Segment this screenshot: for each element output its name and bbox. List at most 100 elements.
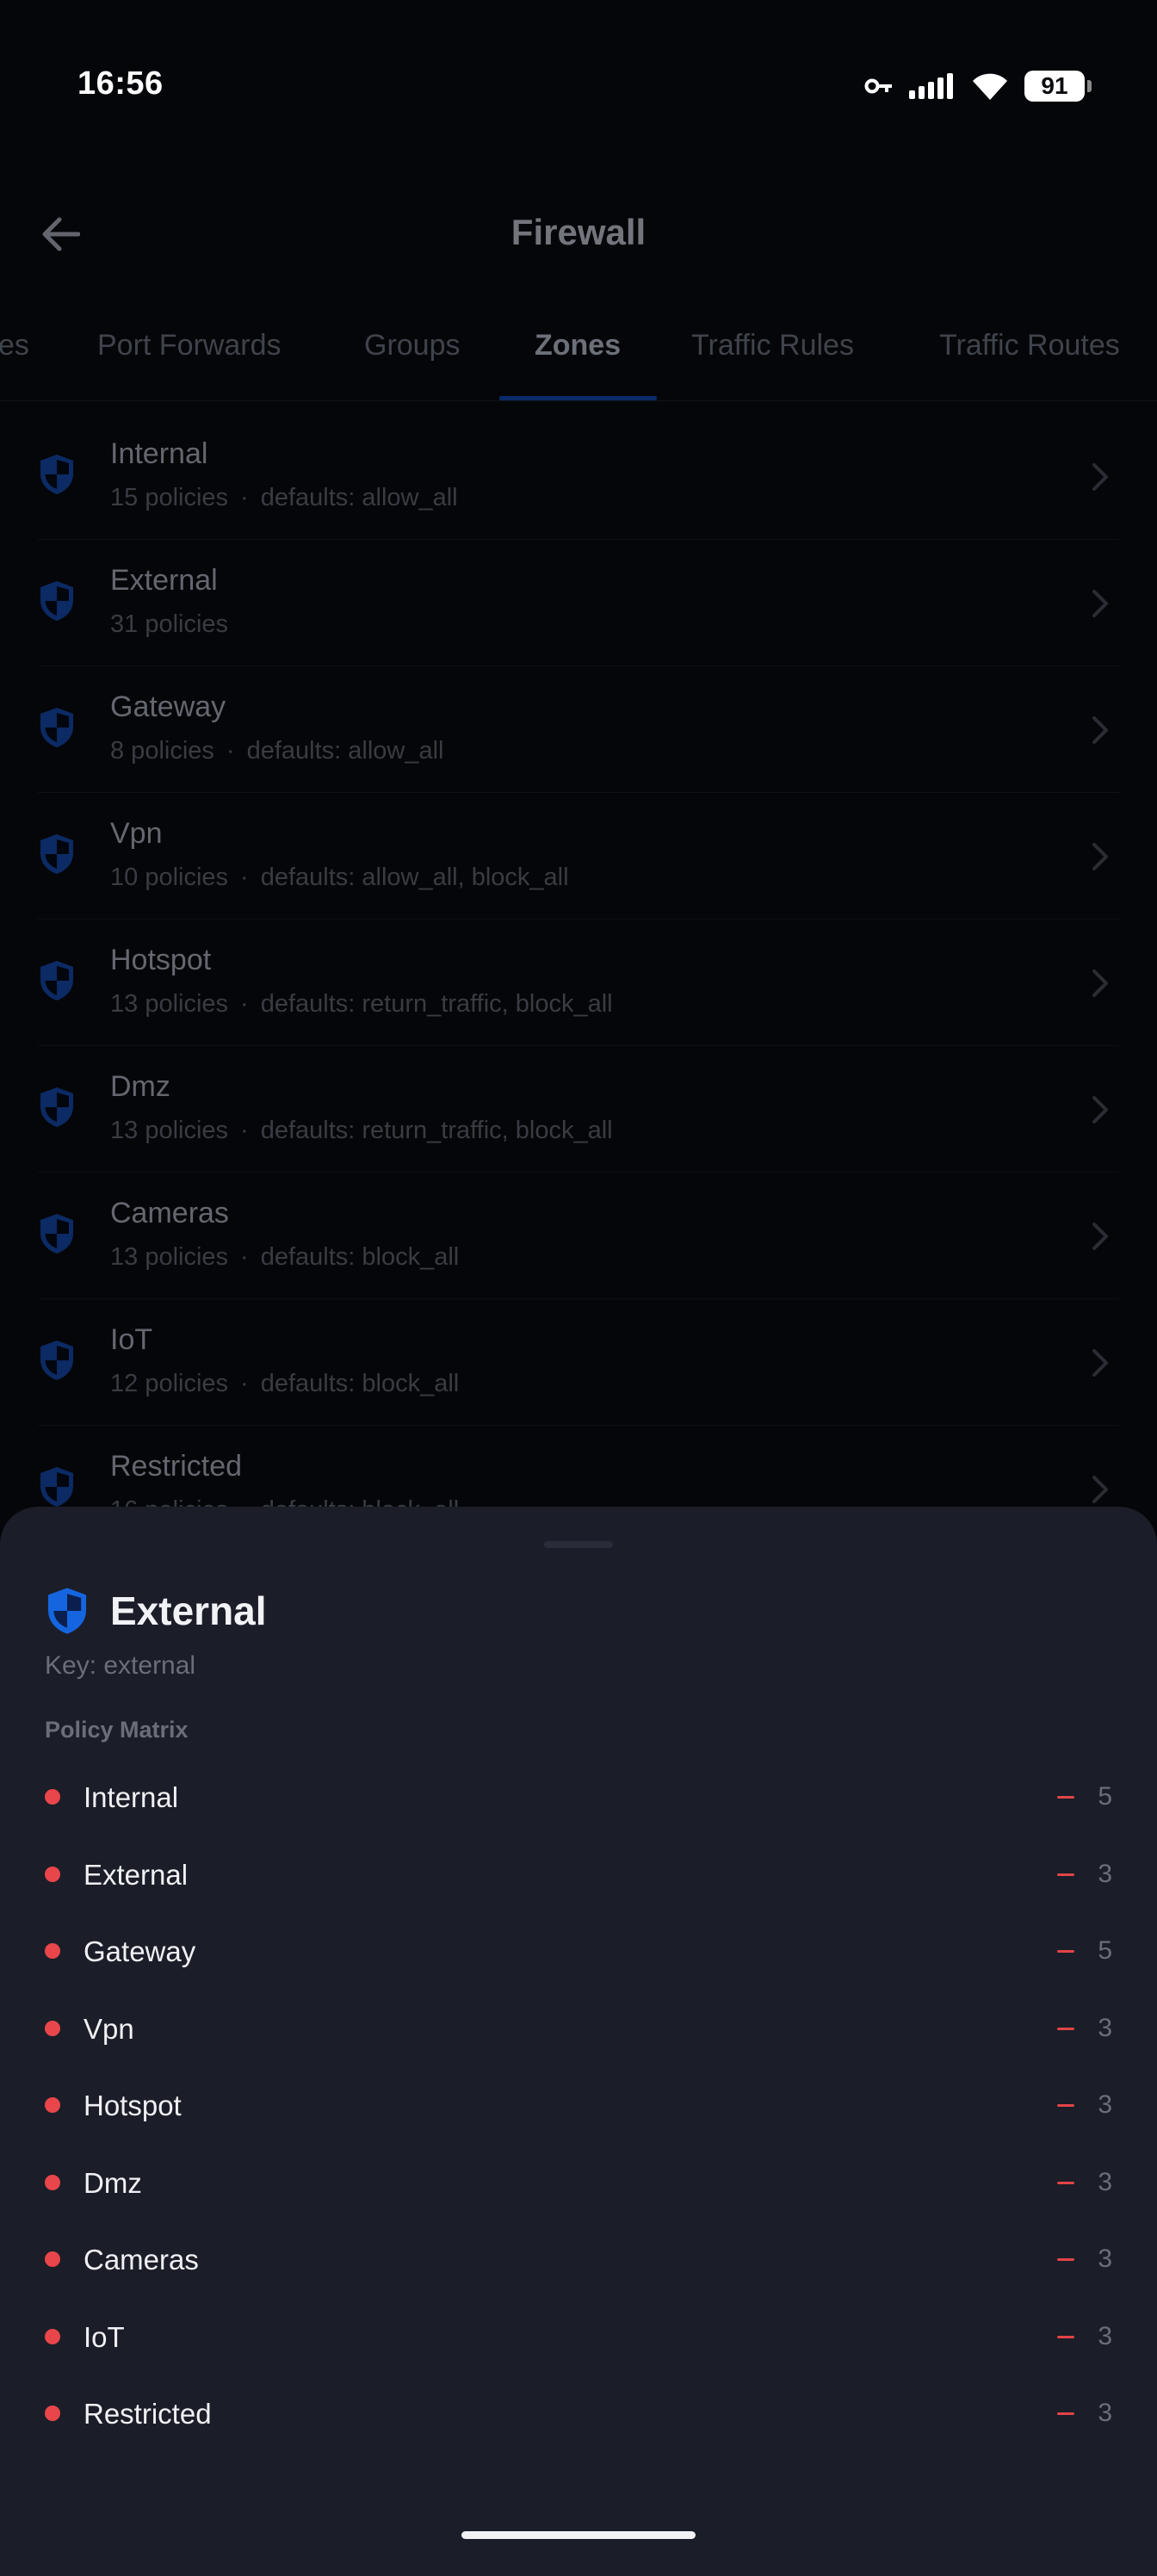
- zone-list-item[interactable]: Dmz 13 policies · defaults: return_traffic…: [38, 1046, 1119, 1173]
- chevron-right-icon: [1092, 1349, 1108, 1377]
- tab-zones[interactable]: Zones: [535, 329, 621, 362]
- shield-icon: [40, 1341, 73, 1380]
- chevron-right-icon: [1092, 716, 1108, 744]
- matrix-policy-count: 3: [1098, 1859, 1112, 1888]
- zone-meta: 31 policies: [110, 610, 228, 639]
- matrix-zone-name: Gateway: [84, 1935, 196, 1967]
- signal-icon: [909, 73, 956, 99]
- zone-list-item[interactable]: IoT 12 policies · defaults: block_all: [38, 1299, 1119, 1426]
- status-dot: [45, 2406, 60, 2421]
- separator-dot: ·: [240, 864, 249, 891]
- zone-name: IoT: [110, 1323, 153, 1356]
- tab-partial[interactable]: es: [0, 329, 29, 362]
- matrix-policy-count: 3: [1098, 2399, 1112, 2427]
- minus-icon: [1057, 2412, 1074, 2415]
- zone-detail-sheet: External Key: external Policy Matrix Int…: [0, 1507, 1157, 2576]
- zone-list-item[interactable]: External 31 policies: [38, 540, 1119, 666]
- matrix-zone-name: External: [84, 1858, 189, 1891]
- zone-name: Internal: [110, 437, 208, 470]
- shield-icon: [40, 581, 73, 621]
- vpn-key-icon: [864, 77, 894, 95]
- shield-icon: [40, 1467, 73, 1507]
- zone-meta: 15 policies · defaults: allow_all: [110, 484, 458, 512]
- zone-list-item[interactable]: Gateway 8 policies · defaults: allow_all: [38, 666, 1119, 793]
- shield-icon: [40, 708, 73, 747]
- zone-defaults: defaults: block_all: [260, 1370, 460, 1397]
- minus-icon: [1057, 2104, 1074, 2107]
- status-bar: 16:56 91: [0, 0, 1157, 172]
- status-dot: [45, 2251, 60, 2267]
- policy-matrix-row: Dmz 3: [0, 2144, 1157, 2221]
- zone-meta: 13 policies · defaults: return_traffic, bl…: [110, 990, 613, 1019]
- zone-policies: 10 policies: [110, 864, 229, 891]
- zone-meta: 10 policies · defaults: allow_all, block_a…: [110, 864, 569, 892]
- zone-list-item[interactable]: Cameras 13 policies · defaults: block_all: [38, 1173, 1119, 1299]
- battery-level: 91: [1041, 72, 1068, 99]
- zone-defaults: defaults: block_all: [260, 1243, 460, 1271]
- policy-matrix-row: Vpn 3: [0, 1990, 1157, 2067]
- minus-icon: [1057, 1796, 1074, 1799]
- zone-policies: 8 policies: [110, 737, 214, 765]
- chevron-right-icon: [1092, 1223, 1108, 1250]
- separator-dot: ·: [240, 1370, 249, 1397]
- zone-name: External: [110, 564, 218, 597]
- separator-dot: ·: [240, 1117, 249, 1144]
- chevron-right-icon: [1092, 969, 1108, 997]
- zone-meta: 13 policies · defaults: block_all: [110, 1243, 459, 1272]
- policy-matrix: Internal 5 External 3 Gateway 5 Vpn 3 Ho…: [0, 1758, 1157, 2452]
- status-icons: 91: [864, 69, 1092, 103]
- zone-defaults: defaults: return_traffic, block_all: [260, 990, 613, 1018]
- shield-icon: [47, 1588, 87, 1634]
- app-bar: Firewall: [0, 189, 1157, 276]
- zone-list-item[interactable]: Internal 15 policies · defaults: allow_all: [38, 413, 1119, 540]
- policy-matrix-row: External 3: [0, 1836, 1157, 1913]
- minus-icon: [1057, 2335, 1074, 2338]
- status-dot: [45, 1789, 60, 1805]
- tab-groups[interactable]: Groups: [364, 329, 461, 362]
- chevron-right-icon: [1092, 1096, 1108, 1124]
- zone-name: Gateway: [110, 690, 226, 723]
- matrix-policy-count: 3: [1098, 2090, 1112, 2119]
- zone-list-item[interactable]: Vpn 10 policies · defaults: allow_all, blo…: [38, 793, 1119, 920]
- policy-matrix-row: Gateway 5: [0, 1912, 1157, 1990]
- drag-handle[interactable]: [544, 1541, 613, 1548]
- matrix-policy-count: 3: [1098, 2013, 1112, 2042]
- policy-matrix-row: Restricted 3: [0, 2375, 1157, 2452]
- minus-icon: [1057, 2027, 1074, 2030]
- matrix-zone-name: Cameras: [84, 2244, 199, 2276]
- zone-meta: 12 policies · defaults: block_all: [110, 1370, 459, 1398]
- separator-dot: ·: [226, 737, 235, 765]
- matrix-zone-name: IoT: [84, 2320, 125, 2353]
- tab-traffic-routes[interactable]: Traffic Routes: [939, 329, 1120, 362]
- zone-policies: 15 policies: [110, 484, 229, 511]
- matrix-policy-count: 5: [1098, 1936, 1112, 1965]
- policy-matrix-row: IoT 3: [0, 2298, 1157, 2375]
- shield-icon: [40, 1087, 73, 1127]
- matrix-policy-count: 3: [1098, 2321, 1112, 2350]
- sheet-title: External: [110, 1588, 267, 1633]
- chevron-right-icon: [1092, 843, 1108, 870]
- zone-defaults: defaults: allow_all: [246, 737, 444, 765]
- separator-dot: ·: [240, 1243, 249, 1271]
- matrix-zone-name: Internal: [84, 1781, 179, 1813]
- zone-policies: 13 policies: [110, 1243, 229, 1271]
- shield-icon: [40, 455, 73, 494]
- zone-list-item[interactable]: Hotspot 13 policies · defaults: return_tra…: [38, 920, 1119, 1046]
- policy-matrix-row: Hotspot 3: [0, 2066, 1157, 2144]
- status-dot: [45, 2097, 60, 2113]
- sheet-header: External: [45, 1586, 267, 1636]
- chevron-right-icon: [1092, 1476, 1108, 1503]
- tab-port-forwards[interactable]: Port Forwards: [97, 329, 282, 362]
- shield-icon: [40, 1214, 73, 1254]
- tab-traffic-rules[interactable]: Traffic Rules: [691, 329, 854, 362]
- matrix-zone-name: Restricted: [84, 2398, 212, 2430]
- separator-dot: ·: [240, 484, 249, 511]
- minus-icon: [1057, 2258, 1074, 2261]
- wifi-icon: [971, 72, 1009, 100]
- minus-icon: [1057, 1873, 1074, 1876]
- chevron-right-icon: [1092, 590, 1108, 617]
- shield-icon: [40, 961, 73, 1000]
- status-dot: [45, 2020, 60, 2036]
- zone-name: Vpn: [110, 817, 163, 850]
- zone-policies: 12 policies: [110, 1370, 229, 1397]
